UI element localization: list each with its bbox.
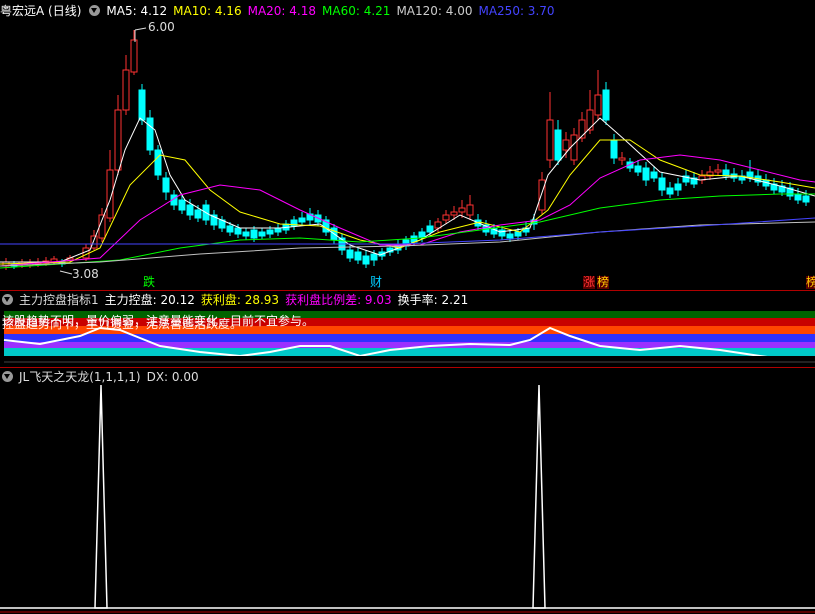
candle-body (274, 227, 282, 233)
candle-body (602, 89, 610, 121)
candle-body (514, 231, 522, 237)
candle-body (594, 94, 602, 116)
candle-body (114, 109, 122, 171)
indicator1-profit-diff: 获利盘比例差: 9.03 (285, 293, 392, 307)
candle-body (666, 187, 674, 195)
candle-body (658, 177, 666, 191)
indicator1-turnover: 换手率: 2.21 (397, 293, 469, 307)
candle-body (802, 195, 810, 203)
candle-body (674, 183, 682, 191)
candle-body (162, 177, 170, 193)
candle-body (586, 109, 594, 131)
candle-body (546, 119, 554, 161)
candle-body (442, 214, 450, 221)
candle-body (634, 165, 642, 173)
candle-body (194, 209, 202, 219)
candle-body (186, 204, 194, 216)
event-marker-list[interactable]: 榜 (597, 276, 610, 289)
candle-body (130, 39, 138, 73)
chevron-down-icon[interactable] (2, 294, 13, 305)
low-marker-line (59, 270, 73, 275)
indicator1-trend-text: 控盘趋势向下，主力资金，无法营造活跃度。 (2, 317, 243, 331)
candle-body (714, 169, 722, 173)
ma60-line (0, 193, 815, 269)
indicator2-spike (94, 384, 108, 609)
event-marker-fall[interactable]: 跌 (143, 276, 155, 289)
candle-body (154, 149, 162, 176)
candle-body (258, 231, 266, 237)
candle-body (450, 211, 458, 216)
event-marker-list-2[interactable]: 榜 (806, 276, 815, 289)
candle-body (650, 171, 658, 179)
candle-body (146, 117, 154, 151)
high-marker-line (134, 27, 147, 31)
indicator1-band (4, 348, 815, 356)
candle-body (354, 251, 362, 261)
candle-body (538, 179, 546, 211)
indicator2-name: JL飞天之天龙(1,1,1,1) (19, 370, 141, 384)
candle-body (298, 217, 306, 223)
candle-body (346, 249, 354, 259)
candle-body (82, 247, 90, 259)
indicator1-name: 主力控盘指标1 (19, 293, 99, 307)
candle-body (426, 225, 434, 233)
candle-body (610, 139, 618, 159)
event-marker-rise[interactable]: 涨 (583, 276, 596, 289)
candle-body (234, 227, 242, 235)
candle-body (506, 233, 514, 239)
low-price-label: 3.08 (72, 267, 99, 281)
candle-body (562, 139, 570, 151)
indicator1-profit: 获利盘: 28.93 (200, 293, 280, 307)
candle-body (138, 89, 146, 121)
candle-body (178, 199, 186, 211)
candle-body (250, 229, 258, 239)
ma20-line (0, 154, 815, 267)
candle-body (642, 167, 650, 181)
indicator1-header: 主力控盘指标1 主力控盘: 20.12 获利盘: 28.93 获利盘比例差: 9.03… (0, 291, 474, 309)
candle-body (794, 193, 802, 201)
indicator1-band (4, 334, 815, 342)
candle-body (498, 229, 506, 237)
chevron-down-icon[interactable] (2, 371, 13, 382)
indicator2-spike (532, 384, 546, 609)
high-price-label: 6.00 (148, 20, 175, 34)
indicator1-control: 主力控盘: 20.12 (104, 293, 195, 307)
indicator2-header: JL飞天之天龙(1,1,1,1) DX: 0.00 (0, 368, 205, 386)
candle-body (570, 134, 578, 161)
candle-body (226, 225, 234, 233)
candle-body (242, 231, 250, 237)
indicator2-value: DX: 0.00 (146, 370, 199, 384)
candle-body (554, 129, 562, 161)
candle-body (370, 253, 378, 261)
candle-body (618, 157, 626, 161)
candle-body (362, 255, 370, 265)
candle-body (266, 229, 274, 235)
candle-body (458, 207, 466, 213)
candle-body (122, 69, 130, 111)
candle-body (466, 204, 474, 216)
event-marker-finance[interactable]: 财 (370, 276, 382, 289)
